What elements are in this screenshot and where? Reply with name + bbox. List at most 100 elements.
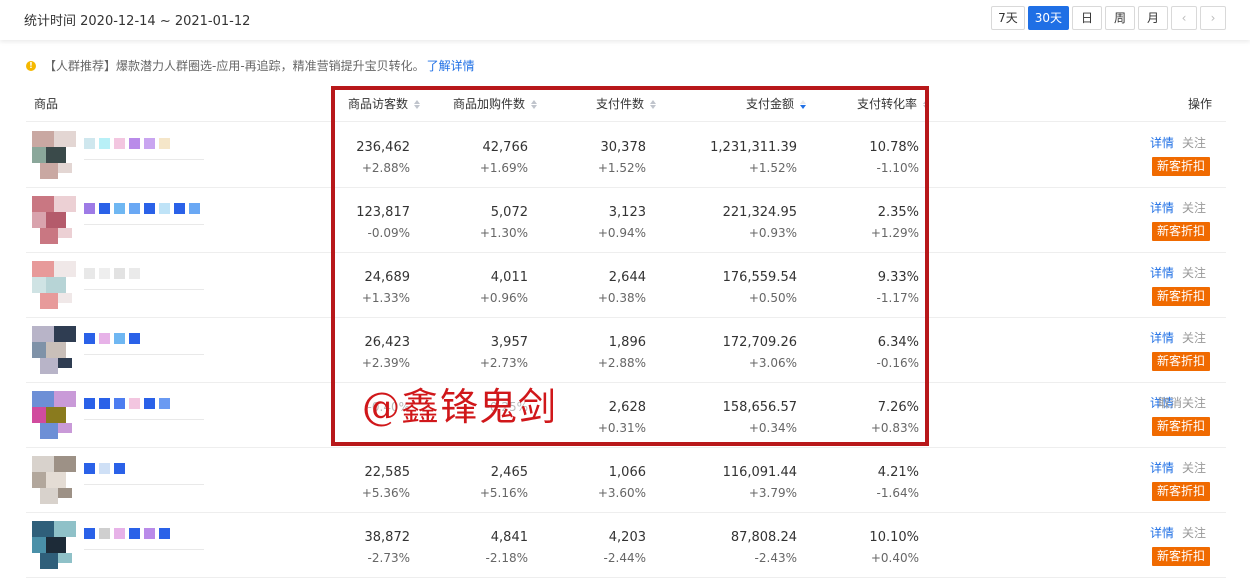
sort-icon[interactable] [414,99,421,110]
period-week-button[interactable]: 周 [1105,6,1135,30]
chevron-left-icon[interactable]: ‹ [1171,6,1197,30]
period-month-button[interactable]: 月 [1138,6,1168,30]
follow-link[interactable]: 关注 [1182,524,1206,541]
table-row: 22,585 +5.36% 2,465 +5.16% 1,066 +3.60% … [26,448,1226,513]
cart-cell: 4,841 -2.18% [485,530,528,565]
col-visitors[interactable]: 商品访客数 [348,95,421,112]
learn-more-link[interactable]: 了解详情 [427,57,475,74]
conversion-cell: 10.78% -1.10% [869,140,919,175]
product-title[interactable] [84,267,140,279]
new-customer-discount-button[interactable]: 新客折扣 [1151,352,1210,371]
period-7d-button[interactable]: 7天 [991,6,1025,30]
paid-amount-cell: 1,231,311.39 +1.52% [710,140,797,175]
col-cart[interactable]: 商品加购件数 [453,95,538,112]
follow-link[interactable]: 关注 [1182,134,1206,151]
follow-link[interactable]: 关注 [1182,329,1206,346]
table-row: 26,423 +2.39% 3,957 +2.73% 1,896 +2.88% … [26,318,1226,383]
sort-icon[interactable] [923,99,930,110]
watermark-text: @鑫锋鬼剑 [362,385,558,429]
conversion-cell: 7.26% +0.83% [870,400,919,435]
chevron-right-icon[interactable]: › [1200,6,1226,30]
toolbar: 统计时间 2020-12-14 ~ 2021-01-12 7天 30天 日 周 … [0,0,1250,40]
follow-link[interactable]: 关注 [1182,264,1206,281]
col-paid-items[interactable]: 支付件数 [596,95,657,112]
follow-link[interactable]: 关注 [1182,459,1206,476]
new-customer-discount-button[interactable]: 新客折扣 [1151,417,1210,436]
visitors-cell: 123,817 -0.09% [356,205,410,240]
table-row: -0.40% -0.25% 2,628 +0.31% 158,656.57 +0… [26,383,1226,448]
new-customer-discount-button[interactable]: 新客折扣 [1151,222,1210,241]
paid-amount-cell: 116,091.44 +3.79% [722,465,797,500]
col-conversion[interactable]: 支付转化率 [857,95,930,112]
col-paid-amount[interactable]: 支付金额 [746,95,807,112]
detail-link[interactable]: 详情 [1150,199,1174,216]
paid-items-cell: 3,123 +0.94% [597,205,646,240]
detail-link[interactable]: 详情 [1150,329,1174,346]
product-thumbnail[interactable] [32,261,76,309]
product-title[interactable] [84,332,140,344]
visitors-cell: 38,872 -2.73% [364,530,411,565]
paid-amount-cell: 87,808.24 -2.43% [730,530,797,565]
sort-icon[interactable] [650,99,657,110]
cart-cell: 5,072 +1.30% [479,205,528,240]
product-thumbnail[interactable] [32,326,76,374]
new-customer-discount-button[interactable]: 新客折扣 [1151,482,1210,501]
paid-amount-cell: 176,559.54 +0.50% [722,270,797,305]
detail-link[interactable]: 详情 [1150,264,1174,281]
product-title[interactable] [84,462,125,474]
sort-desc-icon[interactable] [800,99,807,110]
product-thumbnail[interactable] [32,521,76,569]
paid-amount-cell: 221,324.95 +0.93% [722,205,797,240]
product-thumbnail[interactable] [32,391,76,439]
product-thumbnail[interactable] [32,196,76,244]
visitors-cell: 22,585 +5.36% [361,465,410,500]
table-row: 236,462 +2.88% 42,766 +1.69% 30,378 +1.5… [26,123,1226,188]
product-subtitle [84,354,204,355]
new-customer-discount-button[interactable]: 新客折扣 [1151,547,1210,566]
new-customer-discount-button[interactable]: 新客折扣 [1151,287,1210,306]
sort-icon[interactable] [531,99,538,110]
row-actions: 详情 关注 新客折扣 [1110,328,1210,374]
paid-items-cell: 1,066 +3.60% [597,465,646,500]
cart-cell: 3,957 +2.73% [479,335,528,370]
conversion-cell: 4.21% -1.64% [876,465,919,500]
conversion-cell: 6.34% -0.16% [876,335,919,370]
notice-text: 【人群推荐】爆款潜力人群圈选-应用-再追踪，精准营销提升宝贝转化。 [44,59,425,73]
period-30d-button[interactable]: 30天 [1027,6,1069,30]
col-ops: 操作 [1187,97,1212,111]
product-title[interactable] [84,202,200,214]
row-actions: 详情 关注 新客折扣 [1110,133,1210,179]
product-title[interactable] [84,527,170,539]
paid-items-cell: 30,378 +1.52% [597,140,646,175]
product-subtitle [84,549,204,550]
visitors-cell: 26,423 +2.39% [361,335,410,370]
product-thumbnail[interactable] [32,131,76,179]
product-title[interactable] [84,137,170,149]
follow-link[interactable]: 取消关注 [1158,394,1206,411]
row-actions: 详情 关注 新客折扣 [1110,198,1210,244]
product-subtitle [84,159,204,160]
detail-link[interactable]: 详情 [1150,524,1174,541]
paid-items-cell: 1,896 +2.88% [597,335,646,370]
paid-items-cell: 2,628 +0.31% [597,400,646,435]
period-day-button[interactable]: 日 [1072,6,1102,30]
product-subtitle [84,419,204,420]
product-title[interactable] [84,397,170,409]
detail-link[interactable]: 详情 [1150,459,1174,476]
row-actions: 详情 关注 新客折扣 [1110,458,1210,504]
col-product: 商品 [34,97,59,111]
row-actions: 详情 关注 新客折扣 [1110,263,1210,309]
conversion-cell: 2.35% +1.29% [870,205,919,240]
row-actions: 详情 取消关注 新客折扣 [1110,393,1210,439]
product-subtitle [84,224,204,225]
paid-amount-cell: 172,709.26 +3.06% [722,335,797,370]
product-subtitle [84,484,204,485]
visitors-cell: 24,689 +1.33% [361,270,410,305]
row-actions: 详情 关注 新客折扣 [1110,523,1210,569]
detail-link[interactable]: 详情 [1150,134,1174,151]
cart-cell: 4,011 +0.96% [479,270,528,305]
new-customer-discount-button[interactable]: 新客折扣 [1151,157,1210,176]
alert-icon: ! [26,60,36,71]
follow-link[interactable]: 关注 [1182,199,1206,216]
product-thumbnail[interactable] [32,456,76,504]
